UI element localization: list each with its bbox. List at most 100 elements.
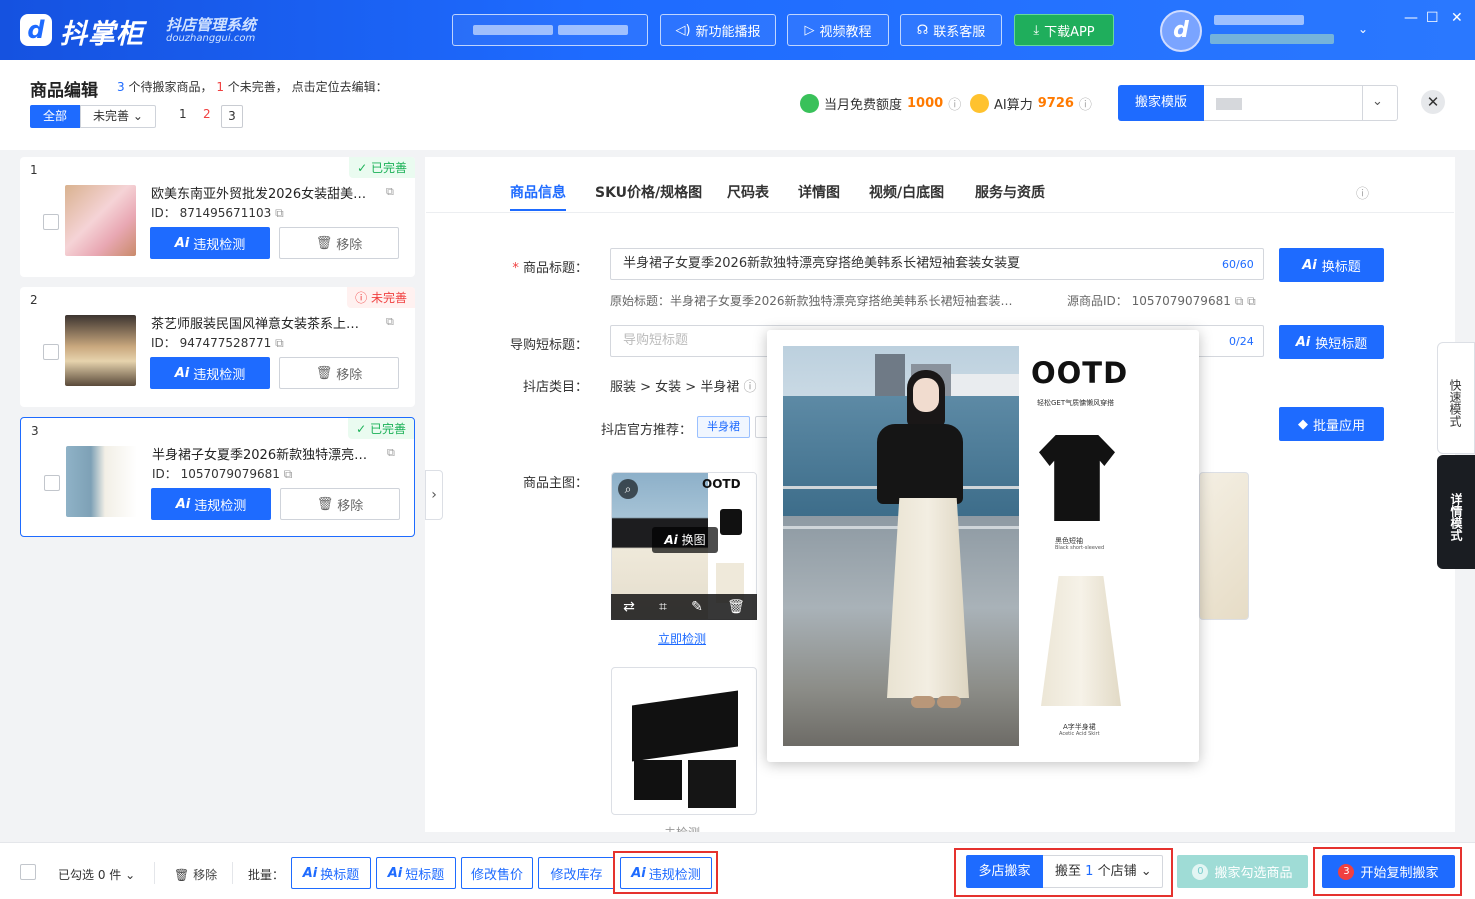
detail-mode-tab[interactable]: 详情模式 [1437,455,1475,569]
tab-video[interactable]: 视频/白底图 [869,182,944,202]
filter-incomplete[interactable]: 未完善 ⌄ [80,105,156,128]
start-copy-move-label: 开始复制搬家 [1360,866,1439,881]
ai-violation-check-button[interactable]: Ai 违规检测 [151,488,271,520]
tab-sku[interactable]: SKU价格/规格图 [595,182,702,202]
pending-count[interactable]: 3 [117,80,125,94]
remove-button[interactable]: 🗑 移除 [279,227,399,259]
product-card[interactable]: 1 ✓ 已完善 欧美东南亚外贸批发2026女装甜美… ⧉ ID： 8714956… [20,157,415,277]
quick-mode-tab[interactable]: 快速模式 [1437,342,1475,454]
template-select[interactable]: ⌄ [1204,85,1398,121]
detect-now-link[interactable]: 立即检测 [658,630,706,647]
product-card[interactable]: 2 ⓘ 未完善 茶艺师服装民国风禅意女装茶系上… ⧉ ID： 947477528… [20,287,415,407]
zoom-icon[interactable]: ⌕ [618,479,638,499]
move-selected-count: 0 [1192,863,1209,880]
logo-icon: d [20,14,52,46]
product-checkbox[interactable] [43,344,59,360]
category-path: 服装 > 女装 > 半身裙 [610,380,740,395]
top-caption-en: Black short-sleeved [1055,545,1105,551]
main-image-2[interactable] [611,667,757,815]
edit-icon[interactable]: ✎ [691,599,703,615]
tab-service[interactable]: 服务与资质 [975,182,1045,202]
skirt-image [1041,576,1121,706]
target-shop-select[interactable]: 搬至 1 个店铺 ⌄ [1043,855,1163,888]
avatar[interactable]: d [1160,10,1202,52]
selected-count[interactable]: 已勾选 0 件 ⌄ [58,866,135,883]
copy-icon[interactable]: ⧉ [386,315,394,329]
black-tshirt-image [1039,435,1115,521]
select-all-checkbox[interactable] [20,864,36,880]
filter-all[interactable]: 全部 [30,105,80,128]
video-tutorial-button[interactable]: ▷ 视频教程 [787,14,889,46]
bulk-ai-check-button[interactable]: Ai 违规检测 [620,857,712,889]
start-copy-move-button[interactable]: 3 开始复制搬家 [1322,855,1455,888]
copy-icon[interactable]: ⧉ [1235,294,1244,308]
help-icon[interactable]: ⓘ [743,380,756,395]
ai-change-short-title-button[interactable]: Ai 换短标题 [1279,325,1384,359]
bulk-ai-short-title-label: 短标题 [405,867,445,883]
ai-icon: Ai [174,235,190,251]
shop-selector[interactable] [452,14,648,46]
model-skirt [887,498,969,698]
ai-power-value: 9726 [1037,96,1074,111]
help-icon[interactable]: ⓘ [1079,94,1092,113]
bulk-edit-stock-button[interactable]: 修改库存 [538,857,615,889]
bulk-ai-title-label: 换标题 [320,867,360,883]
minimize-icon[interactable]: — [1404,10,1418,26]
maximize-icon[interactable]: ☐ [1426,10,1439,26]
new-features-button[interactable]: ◁) 新功能播报 [660,14,776,46]
logo-url: douzhanggui.com [166,33,256,44]
short-title-count: 0/24 [1229,335,1254,348]
contact-support-button[interactable]: ☊ 联系客服 [900,14,1002,46]
id-label: ID： [151,206,176,220]
copy-icon[interactable]: ⧉ [275,206,284,220]
title-input[interactable]: 半身裙子女夏季2026新款独特漂亮穿搭绝美韩系长裙短袖套装女装夏 [610,248,1264,280]
download-app-button[interactable]: ⤓ 下载APP [1014,14,1114,46]
product-checkbox[interactable] [44,475,60,491]
ai-violation-check-button[interactable]: Ai 违规检测 [150,227,270,259]
help-icon[interactable]: ⓘ [948,94,961,113]
bulk-remove-button[interactable]: 🗑 移除 [174,866,217,883]
copy-icon[interactable]: ⧉ [386,185,394,199]
external-link-icon[interactable]: ⧉ [1247,294,1256,308]
remove-button[interactable]: 🗑 移除 [280,488,400,520]
status-badge: ✓ 已完善 [348,418,414,439]
bulk-ai-short-title-button[interactable]: Ai 短标题 [376,857,456,889]
bulk-edit-price-button[interactable]: 修改售价 [461,857,533,889]
main-image-3-partial[interactable] [1199,472,1249,620]
move-template-button[interactable]: 搬家模版 [1118,85,1204,121]
copy-icon[interactable]: ⧉ [275,336,284,350]
bulk-ai-title-button[interactable]: Ai 换标题 [291,857,371,889]
ai-violation-check-button[interactable]: Ai 违规检测 [150,357,270,389]
window-close-icon[interactable]: ✕ [1451,10,1463,26]
pending-hint: 3 个待搬家商品， 1 个未完善， 点击定位去编辑： [117,78,388,95]
title-input-value: 半身裙子女夏季2026新款独特漂亮穿搭绝美韩系长裙短袖套装女装夏 [623,256,1021,271]
batch-apply-button[interactable]: ◆ 批量应用 [1279,407,1384,441]
recommend-chip[interactable]: 半身裙 [697,416,750,438]
help-icon[interactable]: ⓘ [1356,183,1369,202]
ai-change-title-button[interactable]: Ai 换标题 [1279,248,1384,282]
move-to-count: 1 [1085,864,1094,879]
move-selected-button[interactable]: 0 搬家勾选商品 [1177,855,1308,888]
ai-icon: Ai [174,365,190,381]
page-link-3[interactable]: 3 [221,105,243,128]
product-card[interactable]: 3 ✓ 已完善 半身裙子女夏季2026新款独特漂亮… ⧉ ID： 1057079… [20,417,415,537]
multi-shop-move-button[interactable]: 多店搬家 [966,855,1043,888]
chevron-right-icon[interactable]: › [425,470,443,520]
crop-icon[interactable]: ⌗ [659,599,667,615]
change-image-button[interactable]: Ai 换图 [652,527,718,553]
product-checkbox[interactable] [43,214,59,230]
copy-icon[interactable]: ⧉ [284,467,293,481]
close-icon[interactable]: ✕ [1421,90,1445,114]
page-link-1[interactable]: 1 [179,107,187,121]
trash-icon[interactable]: 🗑 [727,599,745,615]
tab-size-chart[interactable]: 尺码表 [727,182,769,202]
incomplete-count[interactable]: 1 [216,80,224,94]
tab-product-info[interactable]: 商品信息 [510,182,566,202]
remove-button[interactable]: 🗑 移除 [279,357,399,389]
copy-icon[interactable]: ⧉ [387,446,395,460]
swap-icon[interactable]: ⇄ [623,599,635,615]
change-image-label: 换图 [681,533,706,547]
tab-detail-images[interactable]: 详情图 [798,182,840,202]
chevron-down-icon[interactable]: ⌄ [1358,22,1368,36]
page-link-2[interactable]: 2 [203,107,211,121]
